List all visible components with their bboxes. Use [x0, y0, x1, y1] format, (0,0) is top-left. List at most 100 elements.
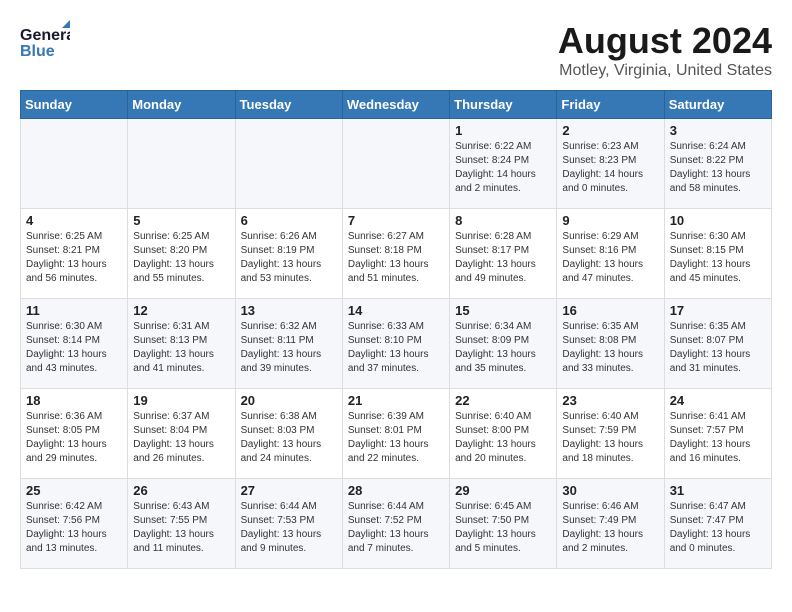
table-row: 11Sunrise: 6:30 AM Sunset: 8:14 PM Dayli…: [21, 299, 128, 389]
day-content: Sunrise: 6:35 AM Sunset: 8:07 PM Dayligh…: [670, 320, 766, 376]
col-friday: Friday: [557, 91, 664, 119]
logo: General Blue: [20, 20, 70, 70]
day-content: Sunrise: 6:28 AM Sunset: 8:17 PM Dayligh…: [455, 230, 551, 286]
table-row: 23 Sunrise: 6:40 AM Sunset: 7:59 PM Dayli…: [557, 389, 664, 479]
day-number: 21: [348, 393, 444, 408]
table-row: 29 Sunrise: 6:45 AM Sunset: 7:50 PM Dayli…: [450, 479, 557, 569]
day-content: Sunrise: 6:47 AM Sunset: 7:47 PM Dayligh…: [670, 500, 766, 556]
day-number: 23: [562, 393, 658, 408]
day-number: 18: [26, 393, 122, 408]
day-number: 31: [670, 483, 766, 498]
table-row: 1Sunrise: 6:22 AM Sunset: 8:24 PM Daylig…: [450, 119, 557, 209]
col-sunday: Sunday: [21, 91, 128, 119]
day-content: Sunrise: 6:36 AM Sunset: 8:05 PM Dayligh…: [26, 410, 122, 466]
day-content: Sunrise: 6:30 AM Sunset: 8:15 PM Dayligh…: [670, 230, 766, 286]
day-content: Sunrise: 6:31 AM Sunset: 8:13 PM Dayligh…: [133, 320, 229, 376]
day-number: 15: [455, 303, 551, 318]
table-row: 4Sunrise: 6:25 AM Sunset: 8:21 PM Daylig…: [21, 209, 128, 299]
day-number: 3: [670, 123, 766, 138]
day-number: 8: [455, 213, 551, 228]
day-number: 6: [241, 213, 337, 228]
calendar-week-row: 18 Sunrise: 6:36 AM Sunset: 8:05 PM Dayli…: [21, 389, 772, 479]
day-content: Sunrise: 6:40 AM Sunset: 7:59 PM Dayligh…: [562, 410, 658, 466]
col-wednesday: Wednesday: [342, 91, 449, 119]
day-content: Sunrise: 6:24 AM Sunset: 8:22 PM Dayligh…: [670, 140, 766, 196]
day-content: Sunrise: 6:25 AM Sunset: 8:21 PM Dayligh…: [26, 230, 122, 286]
svg-text:General: General: [20, 27, 70, 44]
table-row: 30 Sunrise: 6:46 AM Sunset: 7:49 PM Dayli…: [557, 479, 664, 569]
calendar-table: Sunday Monday Tuesday Wednesday Thursday…: [20, 90, 772, 569]
calendar-week-row: 4Sunrise: 6:25 AM Sunset: 8:21 PM Daylig…: [21, 209, 772, 299]
logo-icon: General Blue: [20, 20, 70, 65]
day-number: 1: [455, 123, 551, 138]
col-monday: Monday: [128, 91, 235, 119]
table-row: 15 Sunrise: 6:34 AM Sunset: 8:09 PM Dayli…: [450, 299, 557, 389]
header: General Blue August 2024 Motley, Virgini…: [20, 20, 772, 80]
day-number: 7: [348, 213, 444, 228]
day-content: Sunrise: 6:23 AM Sunset: 8:23 PM Dayligh…: [562, 140, 658, 196]
day-content: Sunrise: 6:38 AM Sunset: 8:03 PM Dayligh…: [241, 410, 337, 466]
day-content: Sunrise: 6:25 AM Sunset: 8:20 PM Dayligh…: [133, 230, 229, 286]
day-content: Sunrise: 6:35 AM Sunset: 8:08 PM Dayligh…: [562, 320, 658, 376]
day-content: Sunrise: 6:37 AM Sunset: 8:04 PM Dayligh…: [133, 410, 229, 466]
day-number: 30: [562, 483, 658, 498]
table-row: 6Sunrise: 6:26 AM Sunset: 8:19 PM Daylig…: [235, 209, 342, 299]
table-row: 3 Sunrise: 6:24 AM Sunset: 8:22 PM Daylig…: [664, 119, 771, 209]
day-number: 22: [455, 393, 551, 408]
table-row: 24Sunrise: 6:41 AM Sunset: 7:57 PM Dayli…: [664, 389, 771, 479]
day-number: 9: [562, 213, 658, 228]
day-number: 29: [455, 483, 551, 498]
day-content: Sunrise: 6:43 AM Sunset: 7:55 PM Dayligh…: [133, 500, 229, 556]
calendar-week-row: 1Sunrise: 6:22 AM Sunset: 8:24 PM Daylig…: [21, 119, 772, 209]
day-number: 13: [241, 303, 337, 318]
day-number: 26: [133, 483, 229, 498]
table-row: 25Sunrise: 6:42 AM Sunset: 7:56 PM Dayli…: [21, 479, 128, 569]
day-number: 24: [670, 393, 766, 408]
table-row: 2Sunrise: 6:23 AM Sunset: 8:23 PM Daylig…: [557, 119, 664, 209]
day-number: 5: [133, 213, 229, 228]
table-row: 27 Sunrise: 6:44 AM Sunset: 7:53 PM Dayli…: [235, 479, 342, 569]
calendar-week-row: 11Sunrise: 6:30 AM Sunset: 8:14 PM Dayli…: [21, 299, 772, 389]
day-number: 27: [241, 483, 337, 498]
table-row: 8 Sunrise: 6:28 AM Sunset: 8:17 PM Daylig…: [450, 209, 557, 299]
calendar-week-row: 25Sunrise: 6:42 AM Sunset: 7:56 PM Dayli…: [21, 479, 772, 569]
calendar-header-row: Sunday Monday Tuesday Wednesday Thursday…: [21, 91, 772, 119]
day-content: Sunrise: 6:39 AM Sunset: 8:01 PM Dayligh…: [348, 410, 444, 466]
day-content: Sunrise: 6:44 AM Sunset: 7:52 PM Dayligh…: [348, 500, 444, 556]
day-content: Sunrise: 6:29 AM Sunset: 8:16 PM Dayligh…: [562, 230, 658, 286]
table-row: 26 Sunrise: 6:43 AM Sunset: 7:55 PM Dayli…: [128, 479, 235, 569]
page-subtitle: Motley, Virginia, United States: [558, 62, 772, 80]
table-row: [235, 119, 342, 209]
day-content: Sunrise: 6:32 AM Sunset: 8:11 PM Dayligh…: [241, 320, 337, 376]
col-tuesday: Tuesday: [235, 91, 342, 119]
day-content: Sunrise: 6:46 AM Sunset: 7:49 PM Dayligh…: [562, 500, 658, 556]
table-row: 17Sunrise: 6:35 AM Sunset: 8:07 PM Dayli…: [664, 299, 771, 389]
table-row: 5 Sunrise: 6:25 AM Sunset: 8:20 PM Daylig…: [128, 209, 235, 299]
table-row: 13 Sunrise: 6:32 AM Sunset: 8:11 PM Dayli…: [235, 299, 342, 389]
table-row: 12Sunrise: 6:31 AM Sunset: 8:13 PM Dayli…: [128, 299, 235, 389]
table-row: 14 Sunrise: 6:33 AM Sunset: 8:10 PM Dayli…: [342, 299, 449, 389]
table-row: [21, 119, 128, 209]
table-row: 18 Sunrise: 6:36 AM Sunset: 8:05 PM Dayli…: [21, 389, 128, 479]
day-number: 25: [26, 483, 122, 498]
day-number: 19: [133, 393, 229, 408]
day-number: 14: [348, 303, 444, 318]
day-content: Sunrise: 6:33 AM Sunset: 8:10 PM Dayligh…: [348, 320, 444, 376]
svg-text:Blue: Blue: [20, 43, 55, 60]
day-content: Sunrise: 6:40 AM Sunset: 8:00 PM Dayligh…: [455, 410, 551, 466]
title-area: August 2024 Motley, Virginia, United Sta…: [558, 20, 772, 80]
table-row: 21 Sunrise: 6:39 AM Sunset: 8:01 PM Dayli…: [342, 389, 449, 479]
col-saturday: Saturday: [664, 91, 771, 119]
table-row: 31 Sunrise: 6:47 AM Sunset: 7:47 PM Dayli…: [664, 479, 771, 569]
day-content: Sunrise: 6:44 AM Sunset: 7:53 PM Dayligh…: [241, 500, 337, 556]
table-row: 28 Sunrise: 6:44 AM Sunset: 7:52 PM Dayli…: [342, 479, 449, 569]
day-content: Sunrise: 6:45 AM Sunset: 7:50 PM Dayligh…: [455, 500, 551, 556]
table-row: [128, 119, 235, 209]
day-content: Sunrise: 6:34 AM Sunset: 8:09 PM Dayligh…: [455, 320, 551, 376]
day-number: 16: [562, 303, 658, 318]
day-number: 20: [241, 393, 337, 408]
table-row: 19 Sunrise: 6:37 AM Sunset: 8:04 PM Dayli…: [128, 389, 235, 479]
table-row: 16 Sunrise: 6:35 AM Sunset: 8:08 PM Dayli…: [557, 299, 664, 389]
day-number: 28: [348, 483, 444, 498]
table-row: 10Sunrise: 6:30 AM Sunset: 8:15 PM Dayli…: [664, 209, 771, 299]
